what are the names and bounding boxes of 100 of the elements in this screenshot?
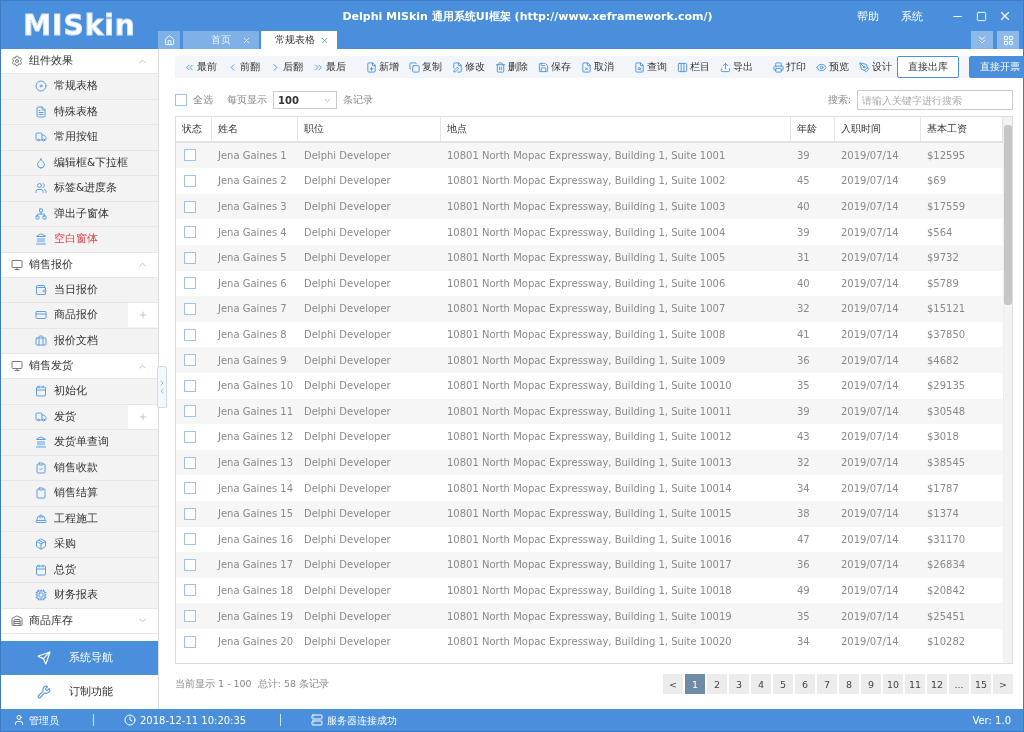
row-checkbox[interactable] [184,430,196,443]
page-button[interactable]: 6 [795,674,815,694]
toolbar-button[interactable]: 复制 [404,60,447,74]
page-button[interactable]: 9 [861,674,881,694]
toolbar-button[interactable]: 栏目 [672,60,715,74]
toolbar-button[interactable]: 删除 [490,60,533,74]
row-checkbox[interactable] [184,277,196,290]
sidebar-item[interactable]: 销售收款 [1,455,158,481]
collapse-button[interactable] [971,31,993,49]
row-checkbox[interactable] [184,328,196,341]
toolbar-button[interactable]: 最前 [179,60,222,74]
sidebar-item[interactable]: 空白窗体 [1,227,158,253]
toolbar-button[interactable]: 最后 [308,60,351,74]
page-button[interactable]: ... [949,674,969,694]
sidebar-item[interactable]: 初始化 [1,379,158,405]
sidebar-item[interactable]: 商品报价 [1,303,158,329]
sidebar-item[interactable]: 特殊表格 [1,99,158,125]
page-button[interactable]: 11 [905,674,925,694]
row-checkbox[interactable] [184,251,196,264]
search-field[interactable]: 请输入关键字进行搜索 [857,90,1013,110]
page-button[interactable]: 10 [883,674,903,694]
row-checkbox[interactable] [184,226,196,239]
expand-button[interactable] [128,404,158,429]
row-checkbox[interactable] [184,507,196,520]
row-checkbox[interactable] [184,379,196,392]
page-button[interactable]: 4 [751,674,771,694]
page-button[interactable]: 8 [839,674,859,694]
toolbar-button[interactable]: 导出 [715,60,758,74]
sidebar-item[interactable]: 销售结算 [1,481,158,507]
card-icon [35,309,47,322]
tab[interactable]: 常规表格 [261,31,337,49]
droplet-icon [35,156,47,169]
sidebar-item[interactable]: 发货 [1,404,158,430]
toolbar-button[interactable]: 设计 [854,60,897,74]
expand-button[interactable] [128,303,158,328]
action-button[interactable]: 直接出库 [897,56,959,78]
sidebar-item[interactable]: 财务报表 [1,583,158,609]
column-header[interactable]: 地点 [441,117,791,143]
table-cell: Jena Gaines 1 [212,142,298,169]
collapse-handle[interactable] [157,366,167,408]
sidebar-item[interactable]: 发货单查询 [1,430,158,456]
row-checkbox[interactable] [184,635,196,648]
sidebar-item[interactable]: 工程施工 [1,506,158,532]
page-button[interactable]: 3 [729,674,749,694]
sidebar-item[interactable]: 编辑框&下拉框 [1,150,158,176]
sidebar-item[interactable]: 总货 [1,557,158,583]
row-checkbox[interactable] [184,175,196,187]
table-cell: Jena Gaines 15 [212,500,298,527]
scrollbar[interactable] [1003,117,1012,663]
column-header[interactable]: 姓名 [212,117,298,143]
column-header[interactable]: 年龄 [791,117,835,143]
page-button[interactable]: 5 [773,674,793,694]
row-checkbox[interactable] [184,558,196,571]
row-checkbox[interactable] [184,354,196,367]
toolbar-button[interactable]: 后翻 [265,60,308,74]
column-header[interactable]: 职位 [298,117,441,143]
column-header[interactable]: 基本工资 [921,117,1003,143]
toolbar-button[interactable]: 修改 [447,60,490,74]
row-checkbox[interactable] [184,533,196,546]
page-button[interactable]: > [993,674,1013,694]
toolbar-button[interactable]: 预览 [811,60,854,74]
grid-icon [1002,34,1014,46]
document-icon [35,105,47,118]
sidebar-item[interactable]: 弹出子窗体 [1,201,158,227]
toolbar-button[interactable]: 保存 [533,60,576,74]
toolbar-button[interactable]: 前翻 [222,60,265,74]
column-header[interactable]: 状态 [176,117,212,143]
row-checkbox[interactable] [184,482,196,495]
toolbar-button[interactable]: 取消 [576,60,619,74]
close-icon[interactable] [320,35,329,45]
row-checkbox[interactable] [184,200,196,213]
toolbar-button[interactable]: 打印 [768,60,811,74]
sidebar-item[interactable]: 标签&进度条 [1,176,158,202]
home-tab[interactable] [158,31,180,49]
sidebar-item[interactable]: 采购 [1,532,158,558]
row-checkbox[interactable] [184,302,196,315]
sidebar-item[interactable]: 报价文档 [1,328,158,354]
checkbox[interactable] [175,94,187,106]
page-button[interactable]: 7 [817,674,837,694]
page-button[interactable]: 15 [971,674,991,694]
page-button[interactable]: 1 [685,674,705,694]
sidebar-item[interactable]: 常用按钮 [1,125,158,151]
grid-button[interactable] [997,31,1019,49]
page-button[interactable]: < [663,674,683,694]
page-size-select[interactable]: 100 [273,91,337,109]
row-checkbox[interactable] [184,584,196,597]
sidebar-item[interactable]: 常规表格 [1,74,158,100]
briefcase-icon [35,334,47,347]
page-button[interactable]: 12 [927,674,947,694]
sidebar-item[interactable]: 当日报价 [1,277,158,303]
row-checkbox[interactable] [184,610,196,623]
page-button[interactable]: 2 [707,674,727,694]
row-checkbox[interactable] [184,149,196,162]
row-checkbox[interactable] [184,405,196,418]
column-header[interactable]: 入职时间 [835,117,921,143]
row-checkbox[interactable] [184,456,196,469]
table-cell: 32 [791,296,835,322]
toolbar-button[interactable]: 新增 [361,60,404,74]
toolbar-button[interactable]: 查询 [629,60,672,74]
close-icon[interactable] [242,35,251,45]
